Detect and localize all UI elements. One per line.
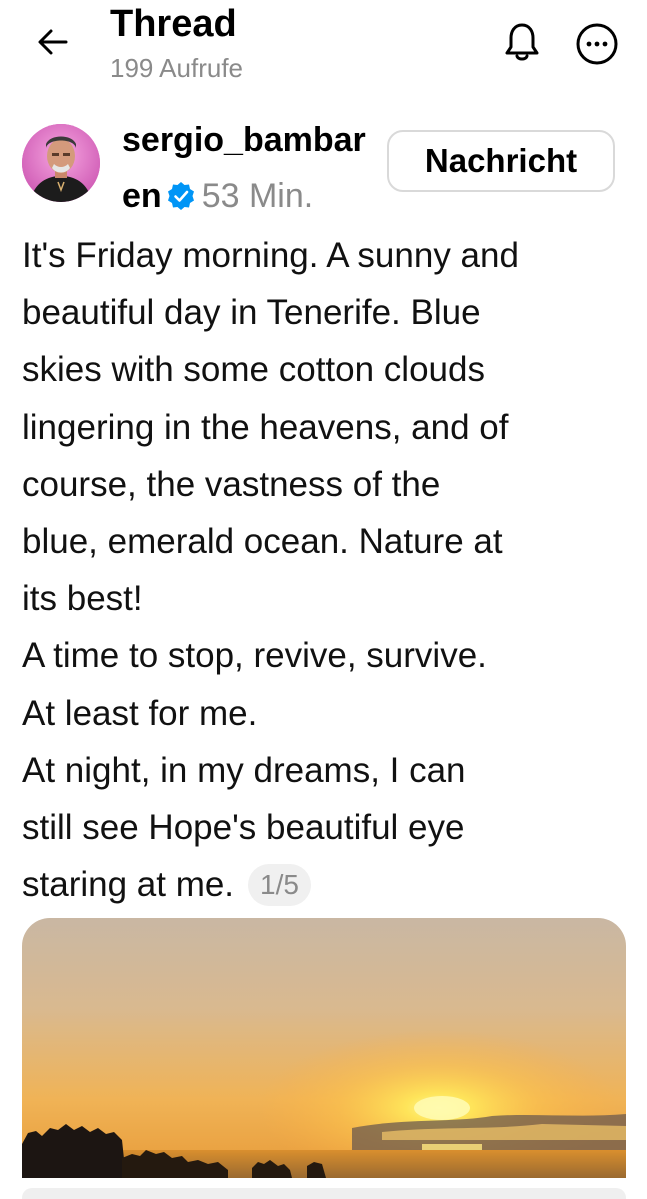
- post-image[interactable]: [22, 918, 626, 1178]
- page-indicator-badge[interactable]: 1/5: [248, 864, 311, 907]
- thread-screen: Thread 199 Aufrufe sergio_bambaren 53 Mi…: [0, 0, 647, 1199]
- post-text-line: staring at me.: [22, 865, 235, 905]
- post-text-line: still see Hope's beautiful eye: [22, 808, 465, 848]
- author-name[interactable]: sergio_bambaren 53 Min.: [122, 112, 384, 224]
- verified-badge-icon: [167, 182, 194, 210]
- view-count: 199 Aufrufe: [110, 53, 243, 83]
- post-text-line: course, the vastness of the: [22, 464, 441, 504]
- more-icon: [576, 23, 618, 65]
- post-text: It's Friday morning. A sunny and beautif…: [22, 227, 622, 913]
- post-text-line: At night, in my dreams, I can: [22, 750, 466, 790]
- next-content-edge: [22, 1188, 626, 1199]
- post-text-line: lingering in the heavens, and of: [22, 407, 509, 447]
- post-text-line-last: staring at me. 1/5: [22, 856, 622, 913]
- post-text-line: skies with some cotton clouds: [22, 350, 485, 390]
- post-text-line: At least for me.: [22, 693, 258, 733]
- profile-photo: [22, 124, 100, 202]
- post-text-line: its best!: [22, 579, 143, 619]
- post-timestamp: 53 Min.: [201, 177, 314, 215]
- more-options-button[interactable]: [573, 20, 621, 68]
- post-text-line: It's Friday morning. A sunny and: [22, 236, 519, 275]
- page-title: Thread: [110, 3, 237, 45]
- message-button[interactable]: Nachricht: [387, 130, 615, 192]
- post-text-line: blue, emerald ocean. Nature at: [22, 522, 503, 562]
- notifications-button[interactable]: [500, 20, 544, 64]
- avatar[interactable]: [22, 124, 100, 202]
- post-text-line: A time to stop, revive, survive.: [22, 636, 487, 676]
- sunset-photo: [22, 918, 626, 1178]
- bell-icon: [505, 23, 539, 61]
- back-arrow-icon: [38, 29, 68, 55]
- post-text-line: beautiful day in Tenerife. Blue: [22, 293, 481, 333]
- back-button[interactable]: [30, 22, 76, 62]
